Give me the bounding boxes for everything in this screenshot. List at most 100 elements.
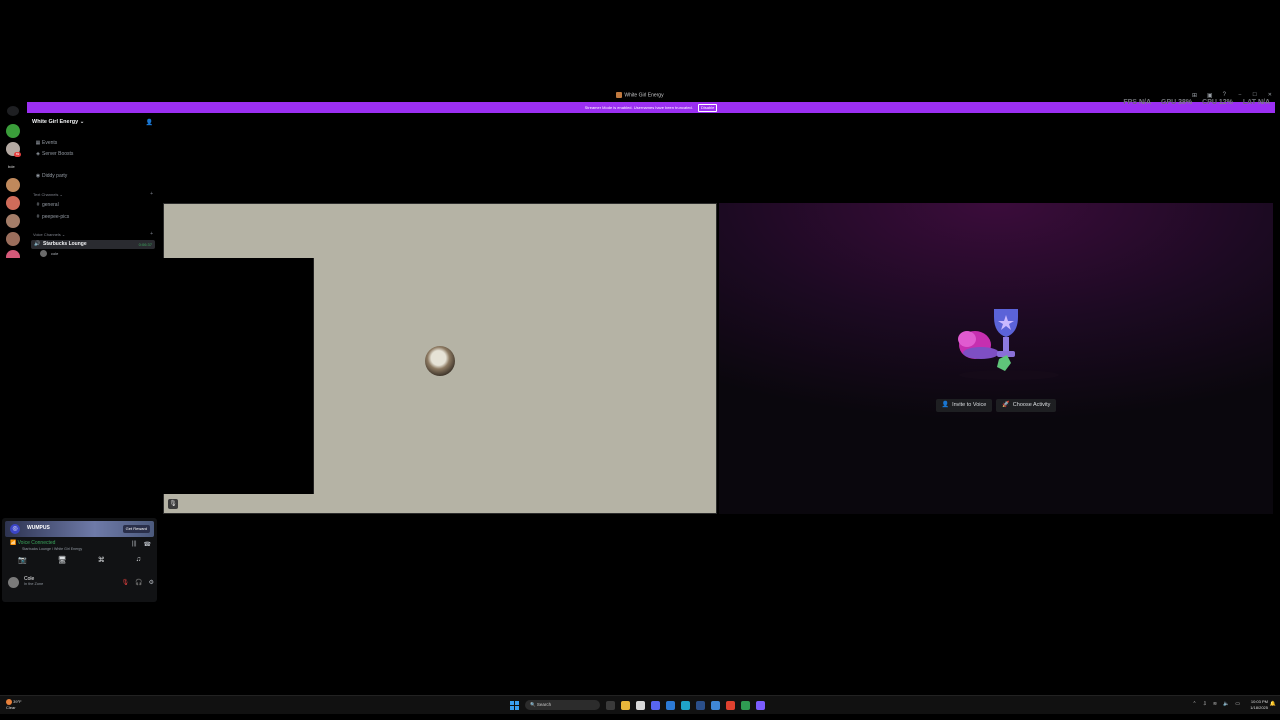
discord-icon[interactable]: [651, 700, 660, 710]
camera-icon[interactable]: 📷: [18, 556, 27, 564]
notification-icon[interactable]: 🔔: [1270, 701, 1276, 707]
user-controls: 🎙 🎧 ⚙: [122, 579, 155, 586]
user-panel: ◎ WUMPUS Get Reward 📶 Voice Connected St…: [2, 518, 157, 602]
file-explorer-icon[interactable]: [621, 700, 630, 710]
search-icon: 🔍: [530, 702, 536, 707]
boost-icon: ◈: [36, 151, 40, 157]
voice-timer: 0:06:37: [138, 242, 152, 247]
discord-home-icon[interactable]: [7, 106, 19, 116]
edge-icon[interactable]: [681, 700, 690, 710]
soundboard-icon[interactable]: ♫: [136, 556, 141, 564]
channel-diddy-party[interactable]: ◉ Diddy party: [34, 173, 67, 179]
stage-icon: ◉: [35, 173, 41, 179]
activity-buttons: 👤 Invite to Voice 🚀 Choose Activity: [719, 399, 1273, 412]
noise-suppression-icon[interactable]: |||: [132, 541, 137, 548]
activity-illustration: [958, 309, 1059, 380]
battery-icon[interactable]: ▭: [1235, 701, 1240, 707]
taskbar-search[interactable]: 🔍 Search: [525, 700, 600, 710]
choose-activity-button[interactable]: 🚀 Choose Activity: [996, 399, 1057, 412]
server-icon-5[interactable]: [6, 214, 20, 228]
usb-icon[interactable]: ⇩: [1203, 701, 1207, 707]
nitro-promo[interactable]: ◎ WUMPUS Get Reward: [5, 521, 154, 537]
task-view-icon[interactable]: [606, 700, 615, 710]
text-channels-category[interactable]: Text Channels ⌄: [33, 192, 63, 197]
title-bar: White Girl Energy ⊞ ▣ ? – ☐ ✕: [0, 90, 1280, 101]
mic-muted-icon[interactable]: 🎙: [122, 579, 130, 586]
cpu-readout: CPU 12%: [1202, 99, 1233, 106]
add-channel-icon[interactable]: +: [150, 191, 153, 197]
voice-channels-category[interactable]: Voice Channels ⌄: [33, 232, 65, 237]
server-icon: [616, 92, 623, 98]
server-name[interactable]: White Girl Energy ⌄: [32, 119, 84, 125]
maximize-button[interactable]: ☐: [1252, 92, 1256, 98]
get-reward-button[interactable]: Get Reward: [122, 525, 150, 533]
mic-muted-icon: 🎙: [168, 499, 178, 509]
monitor-icon[interactable]: ▣: [1207, 92, 1213, 99]
window-controls: – ☐ ✕: [1239, 92, 1272, 98]
taskbar: 39°F Clear 🔍 Search ⌃ ⇩ ≋ 🔈 ▭ 10:03 PM 1…: [0, 695, 1280, 714]
app-icon[interactable]: [666, 700, 675, 710]
store-icon[interactable]: [636, 700, 645, 710]
server-icon-4[interactable]: [6, 196, 20, 210]
voice-member[interactable]: cole: [40, 250, 150, 258]
disable-button[interactable]: Disable: [698, 104, 718, 112]
system-tray: ⌃ ⇩ ≋ 🔈 ▭: [1192, 701, 1240, 707]
streamer-mode-banner: Streamer Mode is enabled. Usernames have…: [27, 102, 1275, 113]
discord-active-icon[interactable]: [756, 700, 765, 710]
add-voice-channel-icon[interactable]: +: [150, 231, 153, 237]
inbox-icon[interactable]: ⊞: [1192, 92, 1197, 99]
person-add-icon: 👤: [941, 402, 950, 408]
screen: White Girl Energy ⊞ ▣ ? – ☐ ✕ Streamer M…: [0, 90, 1280, 714]
gear-icon[interactable]: ⚙: [149, 579, 154, 586]
nitro-logo-icon: ◎: [10, 524, 20, 534]
window-title: White Girl Energy: [0, 92, 1280, 98]
hash-icon: #: [36, 214, 40, 220]
disconnect-icon[interactable]: ☎: [144, 541, 151, 548]
steam-icon[interactable]: [696, 700, 705, 710]
current-user[interactable]: Cole In the Zone 🎙 🎧 ⚙: [6, 576, 156, 590]
dark-overlay-panel: [0, 258, 314, 494]
unread-badge: 69: [14, 152, 21, 157]
performance-overlay: FPS N/A GPU 38% CPU 12% LAT N/A: [1123, 99, 1270, 106]
voice-connected-channel[interactable]: Starbucks Lounge / White Girl Energy: [22, 547, 82, 551]
minimize-button[interactable]: –: [1239, 92, 1242, 98]
taskbar-apps: 🔍 Search: [510, 700, 765, 710]
signal-icon: 📶: [10, 540, 17, 546]
invite-to-voice-button[interactable]: 👤 Invite to Voice: [935, 399, 993, 412]
events-item[interactable]: ▦ Events: [34, 140, 58, 146]
vscode-icon[interactable]: [711, 700, 720, 710]
server-icon-1[interactable]: [6, 124, 20, 138]
wifi-icon[interactable]: ≋: [1213, 701, 1217, 707]
start-icon[interactable]: [510, 700, 519, 710]
channel-peepee-pics[interactable]: # peepee-pics: [34, 214, 70, 220]
weather-widget[interactable]: 39°F Clear: [6, 699, 22, 710]
help-icon[interactable]: ?: [1223, 92, 1226, 99]
channel-sidebar: White Girl Energy ⌄ 👤 ▦ Events ◈ Server Bo…: [27, 114, 157, 259]
avatar: [8, 577, 19, 588]
rail-label: bde: [8, 164, 15, 169]
xbox-icon[interactable]: [741, 700, 750, 710]
user-avatar: [425, 346, 455, 376]
voice-controls: ||| ☎: [132, 541, 151, 548]
invite-people-icon[interactable]: 👤: [146, 119, 153, 126]
channel-starbucks-lounge[interactable]: 🔊 Starbucks Lounge 0:06:37: [31, 240, 155, 249]
activities-icon[interactable]: ⌘: [98, 556, 105, 564]
activity-tile: 👤 Invite to Voice 🚀 Choose Activity: [719, 203, 1273, 514]
server-icon-3[interactable]: [6, 178, 20, 192]
chrome-icon[interactable]: [726, 700, 735, 710]
fps-readout: FPS N/A: [1123, 99, 1151, 106]
server-boosts-item[interactable]: ◈ Server Boosts: [34, 151, 73, 157]
calendar-icon: ▦: [35, 140, 41, 146]
headphones-icon[interactable]: 🎧: [135, 579, 142, 586]
banner-message: Streamer Mode is enabled. Usernames have…: [584, 105, 693, 110]
close-button[interactable]: ✕: [1268, 92, 1272, 98]
chevron-up-icon[interactable]: ⌃: [1192, 701, 1196, 707]
screen-share-icon[interactable]: 🖥: [58, 556, 67, 564]
server-icon-6[interactable]: [6, 232, 20, 246]
gpu-readout: GPU 38%: [1161, 99, 1193, 106]
volume-icon[interactable]: 🔈: [1223, 701, 1229, 707]
clock[interactable]: 10:03 PM 1/18/2025: [1250, 699, 1268, 711]
voice-connected-status[interactable]: 📶 Voice Connected: [10, 540, 55, 546]
voice-actions: 📷 🖥 ⌘ ♫: [8, 556, 151, 564]
channel-general[interactable]: # general: [34, 202, 59, 208]
